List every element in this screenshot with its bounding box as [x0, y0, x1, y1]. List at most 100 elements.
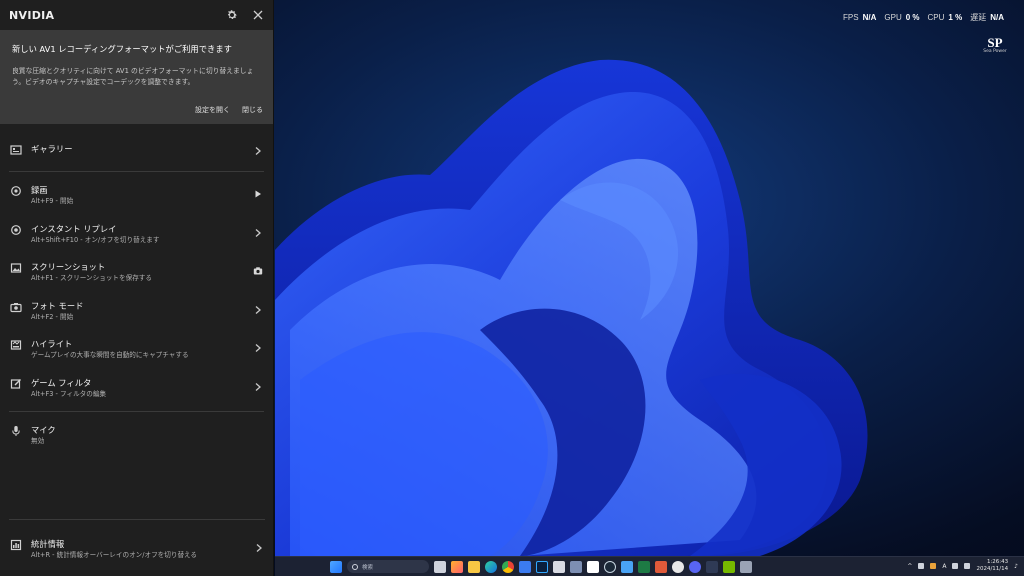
gear-icon [228, 10, 237, 19]
menu-item-game-filter[interactable]: ゲーム フィルタ Alt+F3 - フィルタの編集 [0, 369, 273, 408]
menu-label-mic: マイク [31, 425, 56, 435]
taskbar-search[interactable]: 検索 [347, 560, 429, 573]
menu-item-mic[interactable]: マイク 無効 [0, 416, 273, 455]
menu-sub-record: Alt+F9 - 開始 [31, 197, 74, 205]
menu-item-record[interactable]: 録画 Alt+F9 - 開始 [0, 176, 273, 215]
sea-power-logo: SP [987, 35, 1003, 50]
menu-sub-stats: Alt+R - 統計情報オーバーレイのオン/オフを切り替える [31, 551, 198, 559]
app-icon-3[interactable] [587, 560, 599, 573]
desktop-shortcut-sea-power[interactable]: SP Sea Power [982, 36, 1008, 54]
menu-sub-instant-replay: Alt+Shift+F10 - オン/オフを切り替えます [31, 235, 160, 244]
task-view-icon[interactable] [434, 560, 446, 573]
performance-overlay: FPS N/A GPU 0 % CPU 1 % 遅延 N/A [843, 12, 1008, 23]
menu-item-stats[interactable]: 統計情報 Alt+R - 統計情報オーバーレイのオン/オフを切り替える [0, 530, 274, 569]
app-icon-2[interactable] [570, 560, 582, 573]
close-button[interactable] [252, 9, 264, 21]
gpu-label: GPU [884, 13, 902, 22]
cpu-label: CPU [927, 13, 945, 22]
photoshop-icon[interactable] [536, 560, 548, 573]
app-icon-4[interactable] [621, 560, 633, 573]
cloud-icon[interactable] [918, 563, 925, 569]
menu-item-highlights[interactable]: ハイライト ゲームプレイの大事な瞬間を自動的にキャプチャする [0, 330, 273, 369]
panel-header: NVIDIA [0, 0, 273, 30]
settings-button[interactable] [226, 9, 238, 21]
notice-actions: 設定を開く 閉じる [195, 105, 263, 115]
sea-power-label: Sea Power [983, 49, 1007, 54]
chevron-right-icon [255, 228, 261, 237]
app-icon-1[interactable] [553, 560, 565, 573]
menu-label-gallery: ギャラリー [31, 144, 73, 154]
notification-bell-icon[interactable]: ♪ [1014, 563, 1018, 570]
open-settings-button[interactable]: 設定を開く [195, 105, 230, 115]
gallery-icon [10, 145, 22, 155]
menu-divider [9, 411, 264, 412]
app-icon-7[interactable] [740, 560, 752, 573]
menu-sub-mic: 無効 [31, 437, 45, 445]
discord-icon[interactable] [689, 560, 701, 573]
nvidia-overlay-panel: NVIDIA 新しい AV1 レコーディングフォーマットがご利用できます 良質な… [0, 0, 274, 576]
menu-item-screenshot[interactable]: スクリーンショット Alt+F1 - スクリーンショットを保存する [0, 253, 273, 292]
file-explorer-icon[interactable] [468, 560, 480, 573]
menu-sub-highlights: ゲームプレイの大事な瞬間を自動的にキャプチャする [31, 351, 189, 359]
chevron-right-icon [255, 344, 261, 352]
store-icon[interactable] [519, 560, 531, 573]
menu-sub-photo-mode: Alt+F2 - 開始 [31, 312, 74, 321]
clock-time: 1:26:43 [986, 559, 1009, 565]
chevron-right-icon [255, 382, 261, 391]
menu-item-photo-mode[interactable]: フォト モード Alt+F2 - 開始 [0, 292, 273, 331]
app-icon-5[interactable] [655, 560, 667, 573]
menu-item-instant-replay[interactable]: インスタント リプレイ Alt+Shift+F10 - オン/オフを切り替えます [0, 215, 273, 254]
microphone-icon [12, 426, 20, 436]
menu-item-gallery[interactable]: ギャラリー [0, 134, 273, 167]
chevron-right-icon [256, 544, 262, 552]
highlights-icon [10, 340, 22, 350]
menu-label-highlights: ハイライト [31, 339, 73, 349]
menu-label-screenshot: スクリーンショット [31, 262, 106, 272]
start-icon[interactable] [330, 560, 342, 573]
network-icon[interactable] [952, 563, 959, 569]
notice-title: 新しい AV1 レコーディングフォーマットがご利用できます [12, 44, 232, 54]
chatgpt-icon[interactable] [672, 560, 684, 573]
edge-browser-icon[interactable] [485, 560, 497, 573]
stats-icon [10, 539, 22, 551]
input-mode-indicator[interactable]: A [942, 563, 946, 570]
fps-label: FPS [843, 13, 859, 22]
overlay-menu: ギャラリー 録画 Alt+F9 - 開始 インスタント リプレイ Alt+Shi… [0, 124, 273, 455]
close-icon [253, 10, 263, 20]
header-actions [226, 9, 264, 21]
menu-label-instant-replay: インスタント リプレイ [31, 223, 117, 234]
av1-notice-card: 新しい AV1 レコーディングフォーマットがご利用できます 良質な圧縮とクオリテ… [0, 30, 273, 124]
latency-value: N/A [990, 13, 1004, 22]
dismiss-notice-button[interactable]: 閉じる [242, 105, 263, 115]
camera-icon [10, 302, 22, 312]
panel-title: NVIDIA [9, 8, 55, 22]
volume-icon[interactable] [964, 563, 971, 569]
play-icon[interactable] [253, 189, 263, 199]
cpu-value: 1 % [948, 13, 963, 22]
taskbar-clock[interactable]: 1:26:43 2024/11/14 [976, 559, 1008, 573]
chevron-right-icon [255, 305, 261, 314]
menu-label-game-filter: ゲーム フィルタ [31, 377, 92, 388]
taskbar-search-placeholder: 検索 [362, 564, 374, 571]
taskbar: 検索 ^ A 1:26:43 2024/11/14 ♪ [275, 556, 1024, 576]
steam-icon[interactable] [604, 560, 616, 573]
chrome-icon[interactable] [502, 560, 514, 573]
record-icon [11, 186, 21, 196]
system-tray: ^ A 1:26:43 2024/11/14 ♪ [907, 559, 1018, 573]
menu-label-record: 録画 [31, 185, 48, 195]
camera-icon[interactable] [253, 266, 263, 276]
menu-sub-game-filter: Alt+F3 - フィルタの編集 [31, 389, 107, 398]
chevron-up-icon[interactable]: ^ [907, 563, 912, 570]
taskbar-apps: 検索 [330, 560, 752, 573]
widgets-icon[interactable] [451, 560, 463, 573]
app-tray-icon[interactable] [930, 563, 937, 569]
chevron-right-icon [255, 147, 261, 155]
nvidia-app-icon[interactable] [723, 560, 735, 573]
app-icon-6[interactable] [706, 560, 718, 573]
image-icon [10, 263, 22, 273]
notice-body: 良質な圧縮とクオリティに向けて AV1 のビデオフォーマットに切り替えましょう。… [12, 67, 254, 86]
menu-divider [9, 171, 264, 172]
excel-icon[interactable] [638, 560, 650, 573]
fps-value: N/A [862, 13, 877, 22]
menu-sub-screenshot: Alt+F1 - スクリーンショットを保存する [31, 274, 152, 282]
